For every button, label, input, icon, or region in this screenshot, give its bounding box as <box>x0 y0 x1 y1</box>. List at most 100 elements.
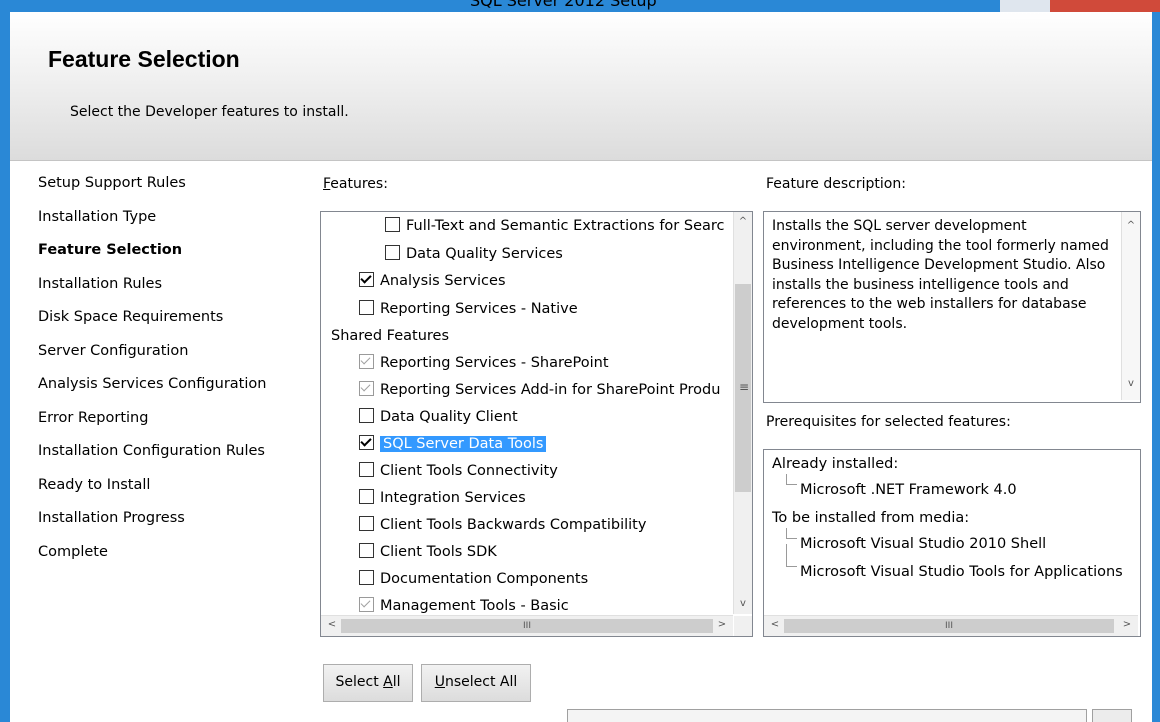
tree-item-client-tools-sdk[interactable]: Client Tools SDK <box>359 540 497 564</box>
close-button[interactable] <box>1050 0 1160 12</box>
prerequisites-box[interactable]: Already installed: Microsoft .NET Framew… <box>763 449 1141 637</box>
scroll-down-icon[interactable]: v <box>734 598 752 609</box>
grip-icon: ≡ <box>738 380 750 394</box>
to-be-installed-label: To be installed from media: <box>772 510 970 526</box>
scroll-right-icon[interactable]: > <box>713 619 731 630</box>
tree-item-label: Data Quality Services <box>406 246 563 262</box>
nav-item-complete[interactable]: Complete <box>38 541 298 575</box>
scroll-left-icon[interactable]: < <box>766 619 784 630</box>
feature-description-text: Installs the SQL server development envi… <box>772 218 1109 332</box>
tree-connector <box>786 474 797 485</box>
nav-item-analysis-services-configuration[interactable]: Analysis Services Configuration <box>38 373 298 407</box>
nav-item-server-configuration[interactable]: Server Configuration <box>38 340 298 374</box>
button-label-pre: Select <box>335 674 384 690</box>
scroll-up-icon[interactable]: ^ <box>734 216 752 227</box>
button-label-post: ll <box>392 674 401 690</box>
tree-item-label: Documentation Components <box>380 571 589 587</box>
nav-item-ready-to-install[interactable]: Ready to Install <box>38 474 298 508</box>
scrollbar-thumb[interactable]: III <box>784 619 1114 633</box>
tree-item-reporting-native[interactable]: Reporting Services - Native <box>359 297 578 321</box>
prerequisite-item: Microsoft Visual Studio 2010 Shell <box>800 536 1047 552</box>
checkbox[interactable] <box>359 570 374 585</box>
tree-item-data-quality-client[interactable]: Data Quality Client <box>359 405 518 429</box>
tree-item-label: Client Tools Backwards Compatibility <box>380 517 647 533</box>
checkbox[interactable] <box>385 217 400 232</box>
tree-item-label: Reporting Services - SharePoint <box>380 355 609 371</box>
feature-description-box[interactable]: Installs the SQL server development envi… <box>763 211 1141 403</box>
steps-sidebar: Setup Support Rules Installation Type Fe… <box>38 172 298 574</box>
nav-item-installation-rules[interactable]: Installation Rules <box>38 273 298 307</box>
tree-item-full-text[interactable]: Full-Text and Semantic Extractions for S… <box>385 214 725 238</box>
scrollbar-thumb[interactable]: III <box>341 619 713 633</box>
checkbox[interactable] <box>359 300 374 315</box>
grip-icon: III <box>523 621 531 631</box>
checkbox[interactable] <box>359 597 374 612</box>
tree-connector <box>786 544 797 567</box>
scroll-right-icon[interactable]: > <box>1118 619 1136 630</box>
title-bar: SQL Server 2012 Setup <box>0 0 1160 12</box>
prerequisite-item: Microsoft .NET Framework 4.0 <box>800 482 1017 498</box>
tree-item-label: Integration Services <box>380 490 526 506</box>
tree-item-label: Analysis Services <box>380 273 506 289</box>
browse-button[interactable] <box>1092 709 1132 722</box>
tree-item-label-selected: SQL Server Data Tools <box>380 436 547 452</box>
tree-group-shared-features[interactable]: Shared Features <box>331 324 449 348</box>
checkbox[interactable] <box>385 245 400 260</box>
tree-item-integration-services[interactable]: Integration Services <box>359 486 526 510</box>
checkbox[interactable] <box>359 381 374 396</box>
prerequisites-horizontal-scrollbar[interactable]: < III > <box>764 615 1138 636</box>
scroll-up-icon[interactable]: ^ <box>1122 220 1140 231</box>
tree-connector <box>786 528 797 539</box>
checkbox[interactable] <box>359 272 374 287</box>
nav-item-setup-support-rules[interactable]: Setup Support Rules <box>38 172 298 206</box>
page-header: Feature Selection Select the Developer f… <box>10 12 1152 161</box>
nav-item-installation-type[interactable]: Installation Type <box>38 206 298 240</box>
scrollbar-thumb[interactable]: ≡ <box>735 284 751 492</box>
tree-item-label: Reporting Services Add-in for SharePoint… <box>380 382 721 398</box>
checkbox[interactable] <box>359 543 374 558</box>
maximize-button[interactable] <box>1000 0 1050 12</box>
tree-item-documentation-components[interactable]: Documentation Components <box>359 567 588 591</box>
button-label-accel: A <box>383 674 393 690</box>
tree-item-client-tools-connectivity[interactable]: Client Tools Connectivity <box>359 459 558 483</box>
checkbox[interactable] <box>359 354 374 369</box>
nav-item-disk-space-requirements[interactable]: Disk Space Requirements <box>38 306 298 340</box>
tree-item-label: Data Quality Client <box>380 409 518 425</box>
tree-item-reporting-addin[interactable]: Reporting Services Add-in for SharePoint… <box>359 378 720 402</box>
scrollbar-corner <box>734 616 752 636</box>
checkbox[interactable] <box>359 489 374 504</box>
window-border-left <box>0 12 10 722</box>
checkbox[interactable] <box>359 462 374 477</box>
unselect-all-button[interactable]: Unselect All <box>421 664 531 702</box>
scroll-down-icon[interactable]: v <box>1122 378 1140 389</box>
prerequisite-item: Microsoft Visual Studio Tools for Applic… <box>800 564 1123 580</box>
nav-item-installation-progress[interactable]: Installation Progress <box>38 507 298 541</box>
tree-item-reporting-sharepoint[interactable]: Reporting Services - SharePoint <box>359 351 609 375</box>
prerequisites-label: Prerequisites for selected features: <box>766 414 1011 430</box>
features-label-rest: eatures: <box>330 176 388 192</box>
already-installed-label: Already installed: <box>772 456 899 472</box>
tree-item-label: Client Tools Connectivity <box>380 463 558 479</box>
window-title: SQL Server 2012 Setup <box>470 0 657 10</box>
tree-item-analysis-services[interactable]: Analysis Services <box>359 269 506 293</box>
tree-item-data-quality-services[interactable]: Data Quality Services <box>385 242 563 266</box>
nav-item-error-reporting[interactable]: Error Reporting <box>38 407 298 441</box>
features-tree[interactable]: Full-Text and Semantic Extractions for S… <box>320 211 753 637</box>
shared-directory-row <box>320 706 1160 722</box>
features-label: Features: <box>323 176 388 192</box>
checkbox[interactable] <box>359 435 374 450</box>
shared-directory-field[interactable] <box>567 709 1087 722</box>
tree-group-label: Shared Features <box>331 328 450 344</box>
tree-item-client-tools-backwards[interactable]: Client Tools Backwards Compatibility <box>359 513 646 537</box>
description-scrollbar[interactable]: ^ v <box>1121 212 1140 400</box>
features-horizontal-scrollbar[interactable]: < III > <box>321 615 733 636</box>
features-vertical-scrollbar[interactable]: ^ ≡ v <box>733 212 752 614</box>
page-subtitle: Select the Developer features to install… <box>70 104 349 120</box>
nav-item-installation-configuration-rules[interactable]: Installation Configuration Rules <box>38 440 298 474</box>
checkbox[interactable] <box>359 408 374 423</box>
nav-item-feature-selection[interactable]: Feature Selection <box>38 239 298 273</box>
checkbox[interactable] <box>359 516 374 531</box>
scroll-left-icon[interactable]: < <box>323 619 341 630</box>
tree-item-sql-server-data-tools[interactable]: SQL Server Data Tools <box>359 432 547 456</box>
select-all-button[interactable]: Select All <box>323 664 413 702</box>
